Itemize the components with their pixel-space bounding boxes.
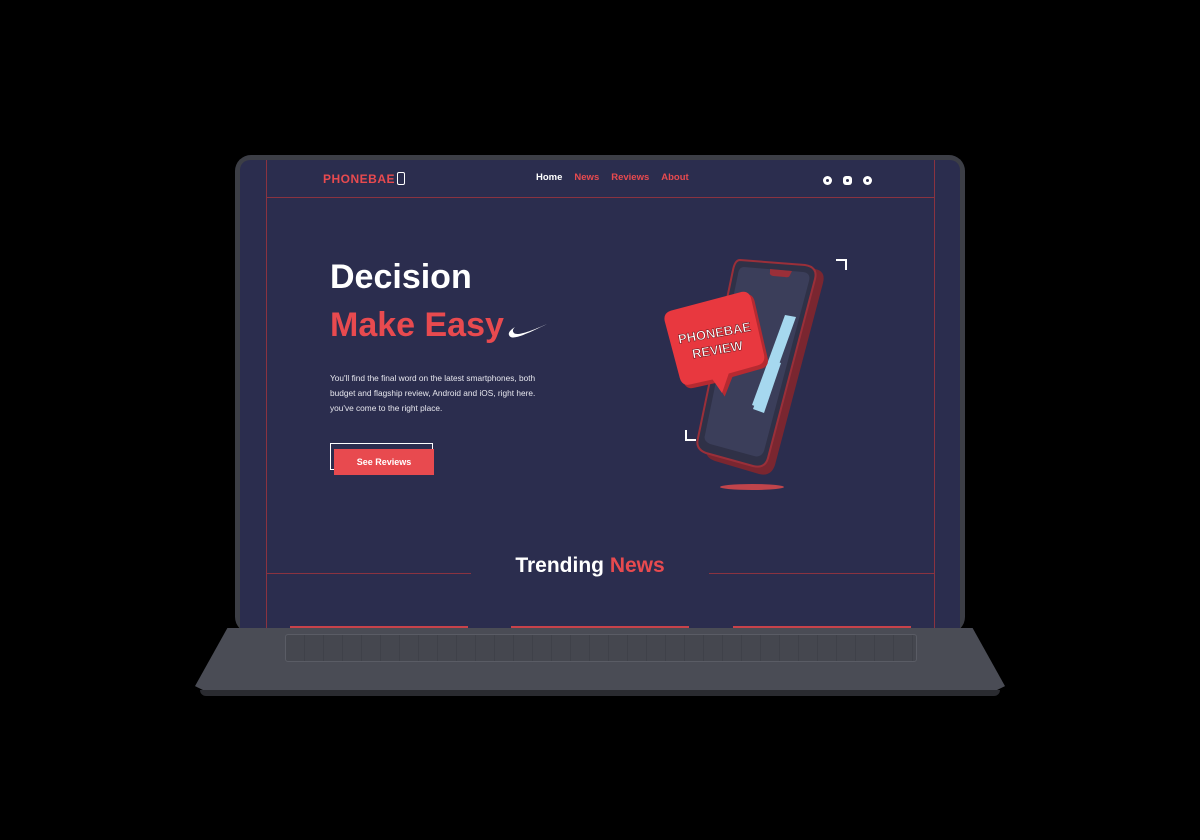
trending-heading: Trending News — [240, 554, 940, 578]
phone-review-illustration: PHONEBAE REVIEW — [664, 258, 847, 490]
hero-title-line2: Make Easy — [330, 306, 504, 344]
trending-title-red: News — [609, 554, 665, 577]
see-reviews-button[interactable]: See Reviews — [334, 449, 434, 475]
twitter-icon[interactable] — [863, 176, 872, 185]
nav-reviews[interactable]: Reviews — [611, 172, 649, 183]
swoosh-icon — [508, 324, 547, 338]
nav-about[interactable]: About — [661, 172, 688, 183]
social-links — [823, 172, 883, 190]
phone-icon — [397, 172, 406, 185]
laptop-keyboard — [285, 634, 917, 662]
news-card-3[interactable] — [733, 626, 911, 628]
laptop-screen: PHONEBAE Home News Reviews About Decision M… — [240, 160, 960, 628]
hero-description: You'll find the final word on the latest… — [330, 373, 536, 413]
facebook-icon[interactable] — [823, 176, 832, 185]
instagram-icon[interactable] — [843, 176, 852, 185]
nav-home[interactable]: Home — [536, 172, 562, 183]
nav-news[interactable]: News — [574, 172, 599, 183]
trending-title-white: Trending — [515, 554, 604, 577]
logo-text: PHONEBAE — [323, 172, 396, 186]
news-card-1[interactable] — [290, 626, 468, 628]
main-nav: Home News Reviews About — [536, 172, 701, 183]
hero-title-line1: Decision — [330, 258, 472, 296]
site-logo[interactable]: PHONEBAE — [323, 172, 406, 186]
laptop-base-edge — [200, 690, 1000, 696]
header-divider — [266, 197, 934, 198]
news-card-2[interactable] — [511, 626, 689, 628]
